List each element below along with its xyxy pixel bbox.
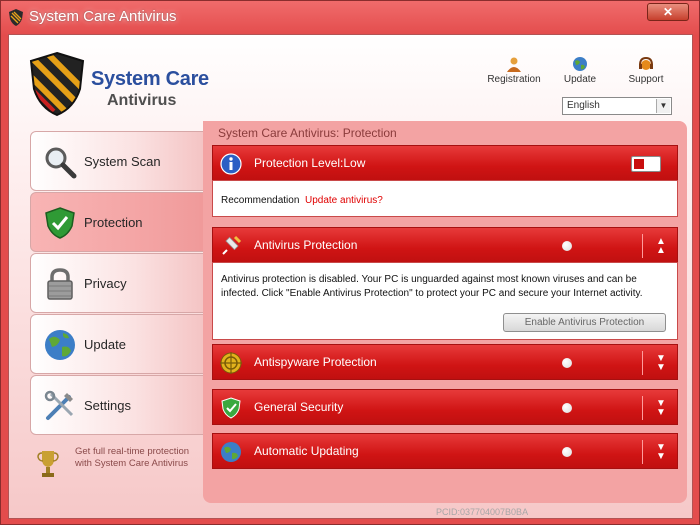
chevron-up-icon[interactable]: ▲ ▲ [653, 237, 669, 256]
chevron-down-icon[interactable]: ▼ [656, 99, 670, 113]
status-dot-icon [562, 241, 572, 251]
toggle-knob [634, 159, 644, 169]
enable-antivirus-button[interactable]: Enable Antivirus Protection [503, 313, 666, 332]
user-icon [507, 57, 521, 72]
shield-check-icon [45, 207, 75, 239]
support-link[interactable]: Support [611, 56, 681, 85]
update-antivirus-link[interactable]: Update antivirus? [305, 195, 383, 206]
protection-level-label: Protection Level:Low [254, 156, 366, 170]
logo-shield-icon [29, 51, 85, 117]
sidebar-item-system-scan[interactable]: System Scan [30, 131, 204, 191]
sidebar-item-protection[interactable]: Protection [30, 192, 204, 252]
automatic-updating-bar[interactable]: Automatic Updating ▼ ▼ [212, 433, 678, 469]
divider [642, 351, 643, 375]
sidebar-item-settings[interactable]: Settings [30, 375, 204, 435]
target-icon [220, 352, 242, 374]
magnifier-icon [45, 147, 77, 179]
sidebar-item-label: Privacy [84, 276, 127, 291]
client-area: System Care Antivirus Registration Updat… [8, 34, 693, 519]
antivirus-protection-bar[interactable]: Antivirus Protection ▲ ▲ [212, 227, 678, 263]
chevron-down-icon[interactable]: ▼ ▼ [653, 354, 669, 373]
antivirus-description: Antivirus protection is disabled. Your P… [221, 274, 643, 299]
protection-toggle[interactable] [631, 156, 661, 172]
globe-icon [573, 57, 587, 71]
divider [642, 234, 643, 258]
registration-label: Registration [487, 74, 541, 85]
sidebar-item-label: System Scan [84, 154, 161, 169]
antispyware-protection-bar[interactable]: Antispyware Protection ▼ ▼ [212, 344, 678, 380]
status-dot-icon [562, 403, 572, 413]
update-label: Update [563, 74, 597, 85]
app-window: System Care Antivirus ✕ System Care Anti… [0, 0, 700, 525]
divider [642, 396, 643, 420]
section-label: Antispyware Protection [254, 355, 377, 369]
divider [642, 440, 643, 464]
recommendation-label: Recommendation [221, 195, 300, 206]
language-value: English [567, 100, 600, 111]
shield-check-icon [221, 397, 241, 419]
panel-title: System Care Antivirus: Protection [218, 126, 397, 140]
section-label: Automatic Updating [254, 444, 359, 458]
status-dot-icon [562, 358, 572, 368]
globe-icon [45, 330, 75, 360]
sidebar-item-label: Update [84, 337, 126, 352]
section-label: Antivirus Protection [254, 238, 358, 252]
syringe-icon [222, 235, 242, 255]
antivirus-details-box: Antivirus protection is disabled. Your P… [212, 262, 678, 340]
registration-link[interactable]: Registration [479, 56, 549, 85]
logo-subtitle: Antivirus [107, 92, 177, 109]
support-icon [639, 56, 653, 70]
sidebar-item-label: Protection [84, 215, 143, 230]
sidebar-item-label: Settings [84, 398, 131, 413]
chevron-down-icon[interactable]: ▼ ▼ [653, 399, 669, 418]
support-label: Support [628, 74, 664, 85]
promo-text: Get full real-time protection with Syste… [75, 446, 190, 469]
app-shield-icon [9, 9, 23, 26]
language-select[interactable]: English ▼ [562, 97, 672, 115]
section-label: General Security [254, 400, 344, 414]
logo-title: System Care [91, 68, 209, 90]
status-dot-icon [562, 447, 572, 457]
pcid-label: PCID:037704007B0BA [436, 507, 529, 517]
padlock-icon [47, 268, 73, 300]
recommendation-box: Recommendation Update antivirus? [212, 180, 678, 217]
globe-icon [221, 442, 241, 462]
general-security-bar[interactable]: General Security ▼ ▼ [212, 389, 678, 425]
update-link[interactable]: Update [545, 56, 615, 85]
chevron-down-icon[interactable]: ▼ ▼ [653, 443, 669, 462]
tools-icon [44, 390, 74, 420]
title-bar[interactable]: System Care Antivirus ✕ [1, 1, 699, 34]
protection-level-bar: Protection Level:Low [212, 145, 678, 181]
protection-panel: System Care Antivirus: Protection Protec… [203, 121, 687, 503]
info-icon [220, 153, 242, 175]
close-button[interactable]: ✕ [647, 3, 689, 21]
sidebar-item-update[interactable]: Update [30, 314, 204, 374]
trophy-icon [37, 451, 59, 477]
sidebar-item-privacy[interactable]: Privacy [30, 253, 204, 313]
window-title: System Care Antivirus [29, 8, 177, 25]
